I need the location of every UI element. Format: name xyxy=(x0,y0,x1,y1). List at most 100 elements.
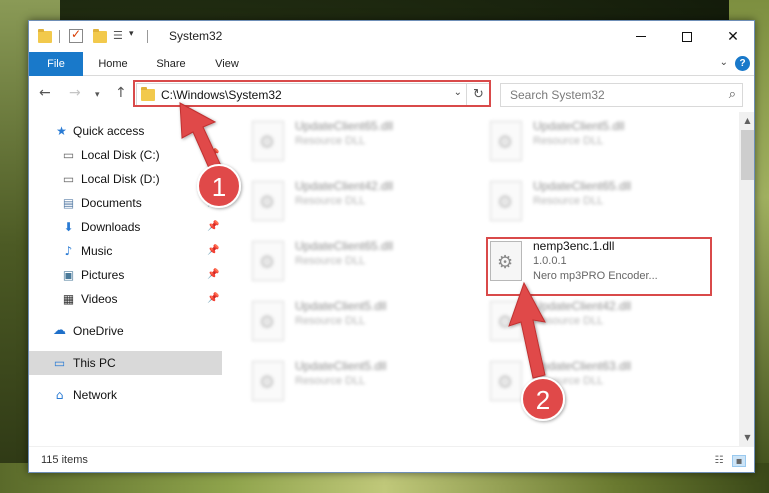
file-type: Resource DLL xyxy=(295,315,366,327)
file-item[interactable]: UpdateClient5.dll Resource DLL xyxy=(247,355,477,405)
scroll-thumb[interactable] xyxy=(741,130,754,180)
tab-share[interactable]: Share xyxy=(147,52,195,76)
dll-file-icon xyxy=(490,121,522,161)
file-item-nemp3enc[interactable]: nemp3enc.1.dll 1.0.0.1 Nero mp3PRO Encod… xyxy=(485,235,715,285)
file-list: UpdateClient65.dll Resource DLL UpdateCl… xyxy=(222,112,739,446)
file-type: Resource DLL xyxy=(295,135,366,147)
dll-file-icon xyxy=(252,181,284,221)
sidebar-item-label: OneDrive xyxy=(73,324,124,338)
address-bar[interactable]: C:\Windows\System32 ⌄ ↻ xyxy=(136,83,491,107)
sidebar-item-label: Downloads xyxy=(81,220,141,234)
title-separator xyxy=(147,30,148,43)
sidebar-item-music[interactable]: ♪ Music 📌 xyxy=(29,239,222,263)
tab-home[interactable]: Home xyxy=(89,52,137,76)
help-icon[interactable]: ? xyxy=(735,56,750,71)
sidebar-item-downloads[interactable]: ⬇ Downloads 📌 xyxy=(29,215,222,239)
downloads-icon: ⬇ xyxy=(63,220,74,234)
sidebar-item-label: Quick access xyxy=(73,124,145,138)
minimize-icon xyxy=(636,36,646,37)
file-item[interactable]: UpdateClient42.dll Resource DLL xyxy=(247,175,477,225)
file-item[interactable]: UpdateClient5.dll Resource DLL xyxy=(247,295,477,345)
pin-icon: 📌 xyxy=(207,221,220,232)
back-button[interactable]: ← xyxy=(39,86,51,100)
this-pc-icon: ▭ xyxy=(53,356,66,370)
drive-d-icon: ▭ xyxy=(62,172,75,186)
sidebar-item-quick-access[interactable]: ★ Quick access xyxy=(29,119,222,143)
search-input[interactable]: Search System32 ⌕ xyxy=(500,83,743,107)
sidebar-item-local-disk-d[interactable]: ▭ Local Disk (D:) xyxy=(29,167,222,191)
scroll-down-icon[interactable]: ▼ xyxy=(739,429,754,446)
file-name: UpdateClient5.dll xyxy=(295,359,387,373)
sidebar-item-this-pc[interactable]: ▭ This PC xyxy=(29,351,222,375)
file-type: Resource DLL xyxy=(533,315,604,327)
dll-file-icon xyxy=(490,301,522,341)
new-folder-icon[interactable] xyxy=(93,29,107,43)
address-path[interactable]: C:\Windows\System32 xyxy=(161,88,282,102)
star-icon: ★ xyxy=(56,124,67,138)
refresh-button[interactable]: ↻ xyxy=(466,84,490,106)
documents-icon: ▤ xyxy=(62,196,75,210)
up-arrow-icon: ↑ xyxy=(115,85,127,101)
scroll-up-icon[interactable]: ▲ xyxy=(739,112,754,129)
close-button[interactable]: ✕ xyxy=(710,21,754,52)
sidebar-item-label: Local Disk (C:) xyxy=(81,148,160,162)
file-item[interactable]: UpdateClient42.dll Resource DLL xyxy=(485,295,715,345)
sidebar-item-pictures[interactable]: ▣ Pictures 📌 xyxy=(29,263,222,287)
file-name: UpdateClient65.dll xyxy=(533,179,632,193)
file-item[interactable]: UpdateClient65.dll Resource DLL xyxy=(247,235,477,285)
file-name: nemp3enc.1.dll xyxy=(533,239,615,253)
folder-icon xyxy=(38,29,52,43)
sidebar-item-local-disk-c[interactable]: ▭ Local Disk (C:) 📌 xyxy=(29,143,222,167)
file-item[interactable]: UpdateClient65.dll Resource DLL xyxy=(485,175,715,225)
recent-locations-button[interactable]: ▾ xyxy=(95,88,100,102)
sidebar-item-label: Pictures xyxy=(81,268,125,282)
refresh-icon: ↻ xyxy=(473,87,484,102)
item-count: 115 items xyxy=(41,454,88,466)
file-version: 1.0.0.1 xyxy=(533,255,567,267)
dll-file-icon xyxy=(490,181,522,221)
vertical-scrollbar[interactable]: ▲ ▼ xyxy=(739,112,754,446)
file-type: Resource DLL xyxy=(533,195,604,207)
title-separator xyxy=(59,30,60,43)
close-icon: ✕ xyxy=(727,28,739,45)
sidebar-item-label: Documents xyxy=(81,196,142,210)
toolbar-dropdown-icon[interactable]: ▾ xyxy=(129,29,134,39)
large-icons-view-icon[interactable]: ▪ xyxy=(732,455,746,467)
folder-icon xyxy=(141,87,155,101)
expand-ribbon-icon[interactable]: ⌄ xyxy=(720,57,728,68)
details-view-icon[interactable]: ☷ xyxy=(712,455,726,467)
dll-file-icon xyxy=(252,301,284,341)
music-icon: ♪ xyxy=(64,244,73,258)
file-item[interactable]: UpdateClient5.dll Resource DLL xyxy=(485,115,715,165)
pictures-icon: ▣ xyxy=(62,268,75,282)
search-icon: ⌕ xyxy=(728,87,736,102)
title-bar: ☰ ▾ System32 ✕ xyxy=(29,21,754,52)
dll-file-icon xyxy=(490,361,522,401)
sidebar-item-network[interactable]: ⌂ Network xyxy=(29,383,222,407)
address-dropdown-icon[interactable]: ⌄ xyxy=(454,87,462,98)
sidebar-item-onedrive[interactable]: ☁ OneDrive xyxy=(29,319,222,343)
customize-toolbar-icon[interactable]: ☰ xyxy=(113,30,127,42)
status-bar: 115 items ☷ ▪ xyxy=(29,446,754,472)
minimize-button[interactable] xyxy=(618,21,664,52)
back-arrow-icon: ← xyxy=(39,85,51,101)
forward-arrow-icon: → xyxy=(69,85,81,101)
file-name: UpdateClient42.dll xyxy=(533,299,632,313)
dll-file-icon xyxy=(252,361,284,401)
sidebar-item-label: Videos xyxy=(81,292,118,306)
file-type: Resource DLL xyxy=(295,255,366,267)
sidebar-item-videos[interactable]: ▦ Videos 📌 xyxy=(29,287,222,311)
sidebar-item-documents[interactable]: ▤ Documents 📌 xyxy=(29,191,222,215)
file-type: Resource DLL xyxy=(533,375,604,387)
sidebar-item-label: Local Disk (D:) xyxy=(81,172,160,186)
file-name: UpdateClient65.dll xyxy=(295,119,394,133)
forward-button[interactable]: → xyxy=(69,86,81,100)
tab-file[interactable]: File xyxy=(29,52,83,76)
file-item[interactable]: UpdateClient65.dll Resource DLL xyxy=(247,115,477,165)
maximize-button[interactable] xyxy=(664,21,710,52)
up-button[interactable]: ↑ xyxy=(115,86,127,100)
file-name: UpdateClient5.dll xyxy=(295,299,387,313)
tab-view[interactable]: View xyxy=(205,52,249,76)
properties-check-icon[interactable] xyxy=(69,27,83,43)
file-item[interactable]: UpdateClient63.dll Resource DLL xyxy=(485,355,715,405)
